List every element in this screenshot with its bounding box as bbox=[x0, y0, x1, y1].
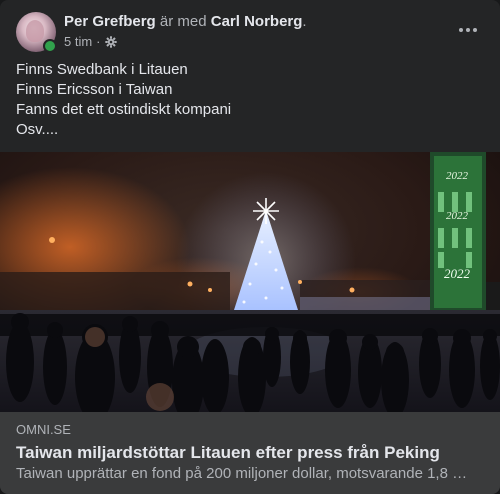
author-name-link[interactable]: Per Grefberg bbox=[64, 13, 156, 30]
link-domain: OMNI.SE bbox=[16, 422, 71, 437]
tagged-name-link[interactable]: Carl Norberg bbox=[211, 13, 303, 30]
post-text-line: Finns Swedbank i Litauen bbox=[16, 61, 188, 78]
tower-label: 2022 bbox=[446, 170, 469, 182]
post-header: Per Grefberg är med Carl Norberg. 5 tim … bbox=[16, 12, 484, 54]
with-text: är med bbox=[159, 13, 207, 30]
meta-separator: · bbox=[96, 34, 101, 49]
link-preview[interactable]: OMNI.SE Taiwan miljardstöttar Litauen ef… bbox=[0, 412, 500, 494]
author-line: Per Grefberg är med Carl Norberg. bbox=[64, 13, 307, 31]
link-description: Taiwan upprättar en fond på 200 miljoner… bbox=[16, 465, 468, 482]
gear-icon[interactable] bbox=[104, 36, 117, 48]
author-line-period: . bbox=[302, 13, 307, 30]
link-title[interactable]: Taiwan miljardstöttar Litauen efter pres… bbox=[16, 442, 440, 464]
post-text-line: Fanns det ett ostindiskt kompani bbox=[16, 101, 232, 118]
post-text: Finns Swedbank i Litauen Finns Ericsson … bbox=[16, 60, 484, 140]
post-text-line: Osv.... bbox=[16, 121, 59, 138]
tower-label: 2022 bbox=[446, 210, 469, 222]
post-card: Per Grefberg är med Carl Norberg. 5 tim … bbox=[0, 0, 500, 494]
post-timestamp[interactable]: 5 tim bbox=[64, 34, 92, 50]
post-image[interactable]: 2022 2022 2022 bbox=[0, 152, 500, 412]
author-avatar[interactable] bbox=[16, 12, 57, 53]
tower-label: 2022 bbox=[444, 266, 471, 281]
online-status-dot bbox=[43, 39, 57, 53]
post-meta: 5 tim · bbox=[64, 34, 117, 50]
more-options-icon bbox=[459, 28, 477, 32]
post-text-line: Finns Ericsson i Taiwan bbox=[16, 81, 173, 98]
christmas-tree-photo: 2022 2022 2022 bbox=[0, 152, 500, 412]
more-options-button[interactable] bbox=[454, 16, 482, 44]
